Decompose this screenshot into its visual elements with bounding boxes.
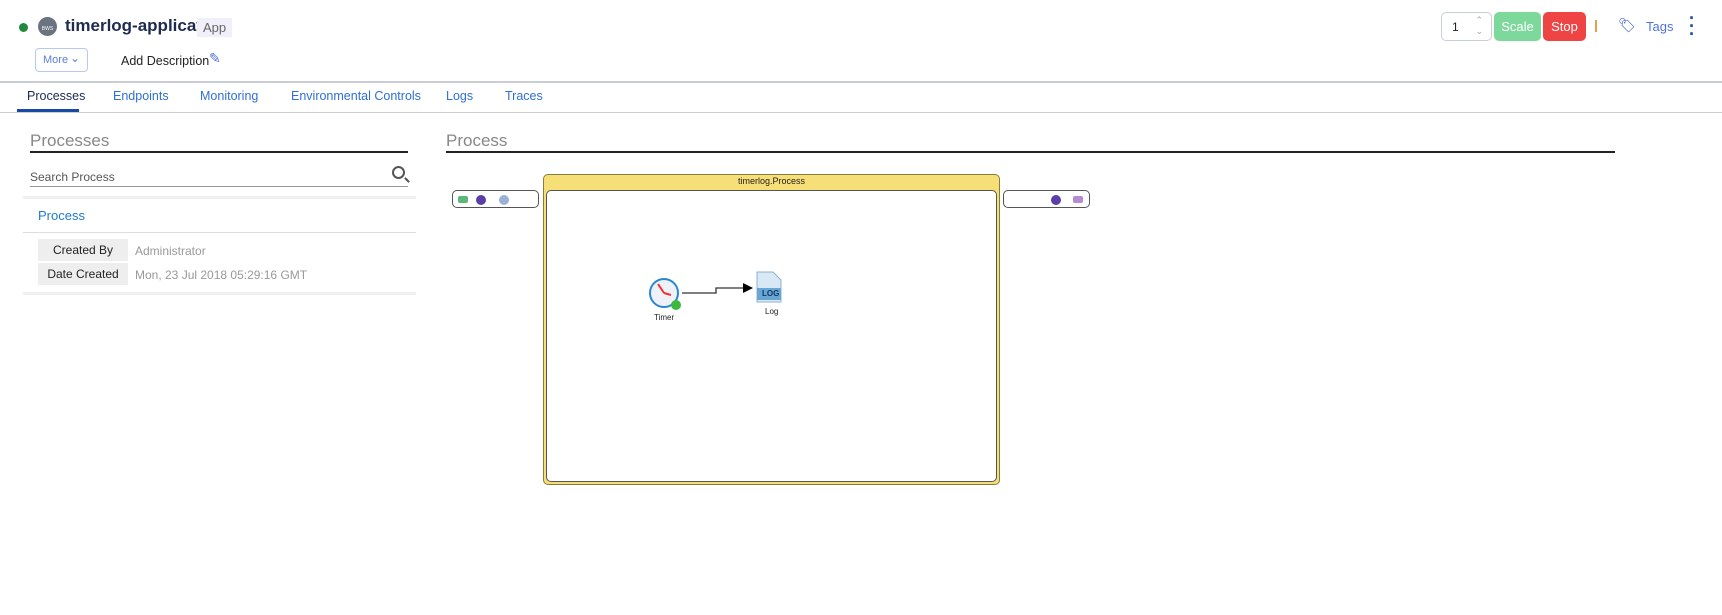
process-starters-box: [452, 190, 539, 208]
stop-button[interactable]: Stop: [1543, 12, 1586, 41]
tab-processes[interactable]: Processes: [27, 89, 85, 103]
status-dot: [19, 23, 28, 32]
app-type-badge: App: [197, 18, 233, 37]
info-icon[interactable]: [1051, 195, 1061, 205]
created-by-value: Administrator: [135, 244, 206, 258]
timer-activity-icon[interactable]: [649, 278, 681, 310]
divider: [23, 196, 416, 199]
service-icon[interactable]: [499, 195, 509, 205]
divider: [23, 292, 416, 295]
more-options-icon[interactable]: · · ·: [1688, 9, 1696, 43]
chevron-up-icon[interactable]: ⌃: [1475, 15, 1483, 26]
output-arrow-icon: [1073, 196, 1083, 203]
input-arrow-icon: [458, 196, 468, 203]
log-label: Log: [765, 307, 779, 316]
tabs-divider: [0, 112, 1722, 113]
search-icon[interactable]: [392, 166, 405, 179]
chevron-down-icon: ⌄: [69, 51, 80, 65]
search-process-input[interactable]: Search Process: [30, 170, 115, 184]
log-icon-text: LOG: [762, 289, 780, 298]
instance-count-value: 1: [1452, 20, 1459, 34]
search-underline: [30, 186, 408, 187]
transition-arrow[interactable]: [682, 287, 746, 294]
process-label: timerlog.Process: [737, 176, 806, 186]
tab-logs[interactable]: Logs: [446, 89, 473, 103]
tab-traces[interactable]: Traces: [505, 89, 543, 103]
process-list-item[interactable]: Process: [38, 208, 85, 223]
processes-heading: Processes: [30, 131, 110, 150]
more-dropdown[interactable]: More ⌄: [35, 48, 88, 72]
divider: [23, 232, 416, 233]
tag-icon[interactable]: 🏷: [1618, 17, 1636, 34]
process-heading: Process: [446, 131, 508, 150]
tags-link[interactable]: Tags: [1646, 19, 1673, 34]
app-logo-icon: BWS: [38, 17, 57, 36]
tab-endpoints[interactable]: Endpoints: [113, 89, 169, 103]
divider: [1595, 20, 1597, 32]
pencil-icon[interactable]: ✎: [209, 50, 221, 67]
more-label: More: [43, 54, 69, 66]
scale-button[interactable]: Scale: [1494, 12, 1541, 41]
tab-monitoring[interactable]: Monitoring: [200, 89, 258, 103]
instance-count-stepper[interactable]: 1 ⌃ ⌄: [1441, 12, 1492, 41]
date-created-label: Date Created: [38, 263, 128, 285]
created-by-label: Created By: [38, 239, 128, 261]
process-outputs-box: [1003, 190, 1090, 208]
tab-environmental-controls[interactable]: Environmental Controls: [291, 89, 421, 103]
heading-underline: [30, 151, 408, 153]
heading-underline: [446, 151, 1615, 153]
add-description-link[interactable]: Add Description: [121, 54, 209, 68]
header-divider: [0, 81, 1722, 83]
chevron-down-icon[interactable]: ⌄: [1475, 26, 1483, 37]
info-icon[interactable]: [476, 195, 486, 205]
timer-label: Timer: [654, 313, 675, 322]
date-created-value: Mon, 23 Jul 2018 05:29:16 GMT: [135, 268, 308, 282]
